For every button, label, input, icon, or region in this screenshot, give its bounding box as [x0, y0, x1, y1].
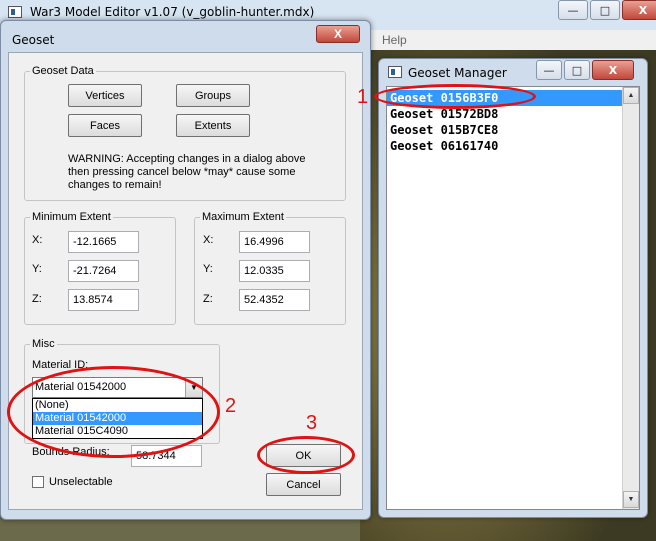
min-x-field[interactable]: -12.1665: [68, 231, 139, 253]
dialog-title: Geoset: [12, 33, 55, 47]
dialog-close-button[interactable]: X: [316, 25, 360, 43]
max-x-field[interactable]: 16.4996: [239, 231, 310, 253]
min-y-field[interactable]: -21.7264: [68, 260, 139, 282]
vertices-button[interactable]: Vertices: [68, 84, 142, 107]
unselectable-checkbox[interactable]: [32, 476, 44, 488]
min-x-label: X:: [32, 234, 43, 246]
annotation-ring-3: [257, 436, 355, 474]
min-z-label: Z:: [32, 293, 42, 305]
extents-button[interactable]: Extents: [176, 114, 250, 137]
cancel-button[interactable]: Cancel: [266, 473, 341, 496]
menu-help[interactable]: Help: [382, 33, 407, 47]
menu-bar: [370, 30, 656, 50]
geoset-list[interactable]: Geoset 0156B3F0 Geoset 01572BD8 Geoset 0…: [386, 86, 640, 510]
manager-minimize-button[interactable]: —: [536, 60, 562, 80]
misc-label: Misc: [30, 338, 57, 350]
annotation-number-2: 2: [225, 395, 237, 417]
manager-title: Geoset Manager: [408, 66, 507, 80]
manager-app-icon: [388, 66, 402, 78]
close-button[interactable]: X: [622, 0, 656, 20]
annotation-number-3: 3: [306, 412, 318, 434]
geoset-list-scrollbar[interactable]: ▲ ▼: [622, 87, 639, 509]
faces-button[interactable]: Faces: [68, 114, 142, 137]
annotation-ring-1: [374, 84, 536, 109]
app-icon: [8, 6, 22, 18]
minimum-extent-label: Minimum Extent: [30, 211, 113, 223]
max-z-field[interactable]: 52.4352: [239, 289, 310, 311]
maximum-extent-label: Maximum Extent: [200, 211, 286, 223]
annotation-number-1: 1: [357, 86, 369, 108]
geoset-list-item[interactable]: Geoset 015B7CE8: [387, 122, 639, 138]
max-y-field[interactable]: 12.0335: [239, 260, 310, 282]
min-y-label: Y:: [32, 263, 42, 275]
annotation-ring-2: [7, 366, 220, 458]
warning-text: WARNING: Accepting changes in a dialog a…: [68, 153, 306, 191]
max-y-label: Y:: [203, 263, 213, 275]
max-z-label: Z:: [203, 293, 213, 305]
minimize-button[interactable]: —: [558, 0, 588, 20]
manager-window-controls: — □ X: [534, 60, 634, 80]
min-z-field[interactable]: 13.8574: [68, 289, 139, 311]
main-window-controls: — □ X: [556, 0, 656, 20]
geoset-data-label: Geoset Data: [30, 65, 96, 77]
scroll-up-icon[interactable]: ▲: [623, 87, 639, 104]
scroll-down-icon[interactable]: ▼: [623, 491, 639, 508]
main-window-title: War3 Model Editor v1.07 (v_goblin-hunter…: [30, 5, 315, 19]
groups-button[interactable]: Groups: [176, 84, 250, 107]
geoset-list-item[interactable]: Geoset 01572BD8: [387, 106, 639, 122]
manager-close-button[interactable]: X: [592, 60, 634, 80]
max-x-label: X:: [203, 234, 214, 246]
geoset-list-item[interactable]: Geoset 06161740: [387, 138, 639, 154]
unselectable-label: Unselectable: [49, 476, 113, 488]
maximize-button[interactable]: □: [590, 0, 620, 20]
manager-maximize-button[interactable]: □: [564, 60, 590, 80]
